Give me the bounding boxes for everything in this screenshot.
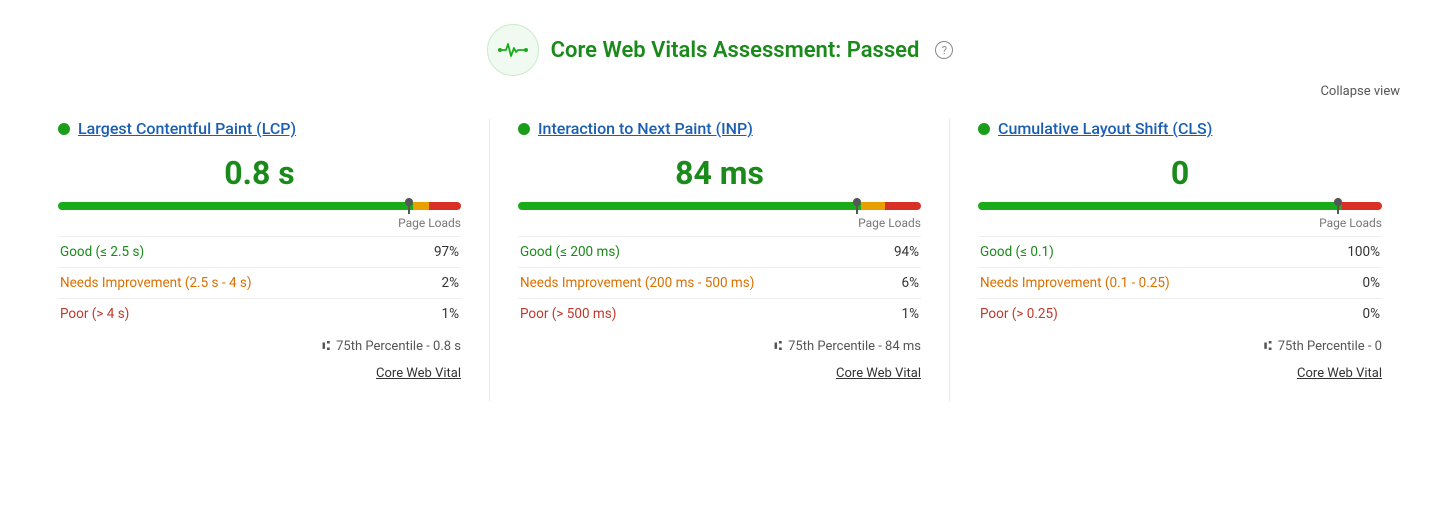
vital-name-cls[interactable]: Cumulative Layout Shift (CLS) [998,119,1212,138]
header-title-text: Core Web Vitals Assessment: [551,38,842,63]
percentile-icon-lcp: ⑆ [322,339,330,354]
stats-row-lcp-0: Good (≤ 2.5 s)97% [58,237,461,268]
stats-row-inp-0: Good (≤ 200 ms)94% [518,237,921,268]
percentile-text-cls: 75th Percentile - 0 [1278,339,1382,354]
gauge-bar-cls [978,202,1382,210]
stats-row-lcp-2: Poor (> 4 s)1% [58,299,461,330]
cwv-link-lcp[interactable]: Core Web Vital [376,366,461,381]
marker-pin-inp [856,198,858,214]
cwv-link-cls[interactable]: Core Web Vital [1297,366,1382,381]
page-loads-label-lcp: Page Loads [58,216,461,230]
stats-value-cls-1: 0% [1318,268,1382,299]
vital-gauge-lcp [58,202,461,210]
gauge-green-cls [978,202,1342,210]
stats-value-lcp-0: 97% [409,237,461,268]
gauge-orange-inp [861,202,885,210]
vitals-icon [487,24,539,76]
stats-row-cls-1: Needs Improvement (0.1 - 0.25)0% [978,268,1382,299]
stats-table-inp: Good (≤ 200 ms)94%Needs Improvement (200… [518,236,921,329]
percentile-row-cls: ⑆ 75th Percentile - 0 [978,339,1382,354]
collapse-link[interactable]: Collapse view [1320,84,1400,99]
percentile-row-inp: ⑆ 75th Percentile - 84 ms [518,339,921,354]
vital-title-row-cls: Cumulative Layout Shift (CLS) [978,119,1382,138]
gauge-marker-inp [856,198,858,214]
stats-row-inp-1: Needs Improvement (200 ms - 500 ms)6% [518,268,921,299]
stats-label-inp-0: Good (≤ 200 ms) [518,237,877,268]
stats-value-cls-0: 100% [1318,237,1382,268]
cwv-link-row-cls: Core Web Vital [978,362,1382,381]
vital-card-lcp: Largest Contentful Paint (LCP) 0.8 s Page … [30,119,490,401]
stats-row-cls-0: Good (≤ 0.1)100% [978,237,1382,268]
gauge-green-inp [518,202,861,210]
gauge-marker-cls [1337,198,1339,214]
gauge-red-cls [1342,202,1382,210]
vital-card-inp: Interaction to Next Paint (INP) 84 ms Page… [490,119,950,401]
cwv-link-inp[interactable]: Core Web Vital [836,366,921,381]
header-status: Passed [847,38,920,63]
vital-gauge-inp [518,202,921,210]
vital-title-row-lcp: Largest Contentful Paint (LCP) [58,119,461,138]
vital-value-cls: 0 [978,154,1382,192]
help-icon[interactable]: ? [935,41,953,59]
stats-label-inp-1: Needs Improvement (200 ms - 500 ms) [518,268,877,299]
gauge-marker-lcp [408,198,410,214]
cwv-link-row-inp: Core Web Vital [518,362,921,381]
stats-value-inp-1: 6% [877,268,921,299]
page-loads-label-inp: Page Loads [518,216,921,230]
gauge-bar-inp [518,202,921,210]
vital-gauge-cls [978,202,1382,210]
vital-dot-cls [978,123,990,135]
cwv-link-row-lcp: Core Web Vital [58,362,461,381]
collapse-row: Collapse view [0,84,1440,119]
stats-label-inp-2: Poor (> 500 ms) [518,299,877,330]
percentile-icon-cls: ⑆ [1264,339,1272,354]
vital-name-inp[interactable]: Interaction to Next Paint (INP) [538,119,753,138]
marker-pin-lcp [408,198,410,214]
stats-value-lcp-2: 1% [409,299,461,330]
stats-table-lcp: Good (≤ 2.5 s)97%Needs Improvement (2.5 … [58,236,461,329]
marker-pin-cls [1337,198,1339,214]
vital-value-lcp: 0.8 s [58,154,461,192]
stats-label-cls-1: Needs Improvement (0.1 - 0.25) [978,268,1318,299]
percentile-icon-inp: ⑆ [774,339,782,354]
vital-name-lcp[interactable]: Largest Contentful Paint (LCP) [78,119,296,138]
stats-value-inp-2: 1% [877,299,921,330]
header-text: Core Web Vitals Assessment: Passed [551,38,920,63]
stats-row-lcp-1: Needs Improvement (2.5 s - 4 s)2% [58,268,461,299]
vital-value-inp: 84 ms [518,154,921,192]
vital-dot-lcp [58,123,70,135]
stats-label-lcp-1: Needs Improvement (2.5 s - 4 s) [58,268,409,299]
percentile-text-inp: 75th Percentile - 84 ms [788,339,921,354]
stats-label-lcp-2: Poor (> 4 s) [58,299,409,330]
gauge-green-lcp [58,202,413,210]
stats-table-cls: Good (≤ 0.1)100%Needs Improvement (0.1 -… [978,236,1382,329]
gauge-bar-lcp [58,202,461,210]
vital-dot-inp [518,123,530,135]
vital-title-row-inp: Interaction to Next Paint (INP) [518,119,921,138]
stats-row-inp-2: Poor (> 500 ms)1% [518,299,921,330]
stats-row-cls-2: Poor (> 0.25)0% [978,299,1382,330]
header: Core Web Vitals Assessment: Passed ? [0,0,1440,84]
stats-label-cls-2: Poor (> 0.25) [978,299,1318,330]
gauge-orange-lcp [413,202,429,210]
vitals-grid: Largest Contentful Paint (LCP) 0.8 s Page … [0,119,1440,421]
page-loads-label-cls: Page Loads [978,216,1382,230]
vital-card-cls: Cumulative Layout Shift (CLS) 0 Page Loads… [950,119,1410,401]
stats-label-lcp-0: Good (≤ 2.5 s) [58,237,409,268]
percentile-row-lcp: ⑆ 75th Percentile - 0.8 s [58,339,461,354]
stats-value-cls-2: 0% [1318,299,1382,330]
percentile-text-lcp: 75th Percentile - 0.8 s [336,339,461,354]
stats-value-lcp-1: 2% [409,268,461,299]
gauge-red-lcp [429,202,461,210]
stats-label-cls-0: Good (≤ 0.1) [978,237,1318,268]
gauge-red-inp [885,202,921,210]
stats-value-inp-0: 94% [877,237,921,268]
